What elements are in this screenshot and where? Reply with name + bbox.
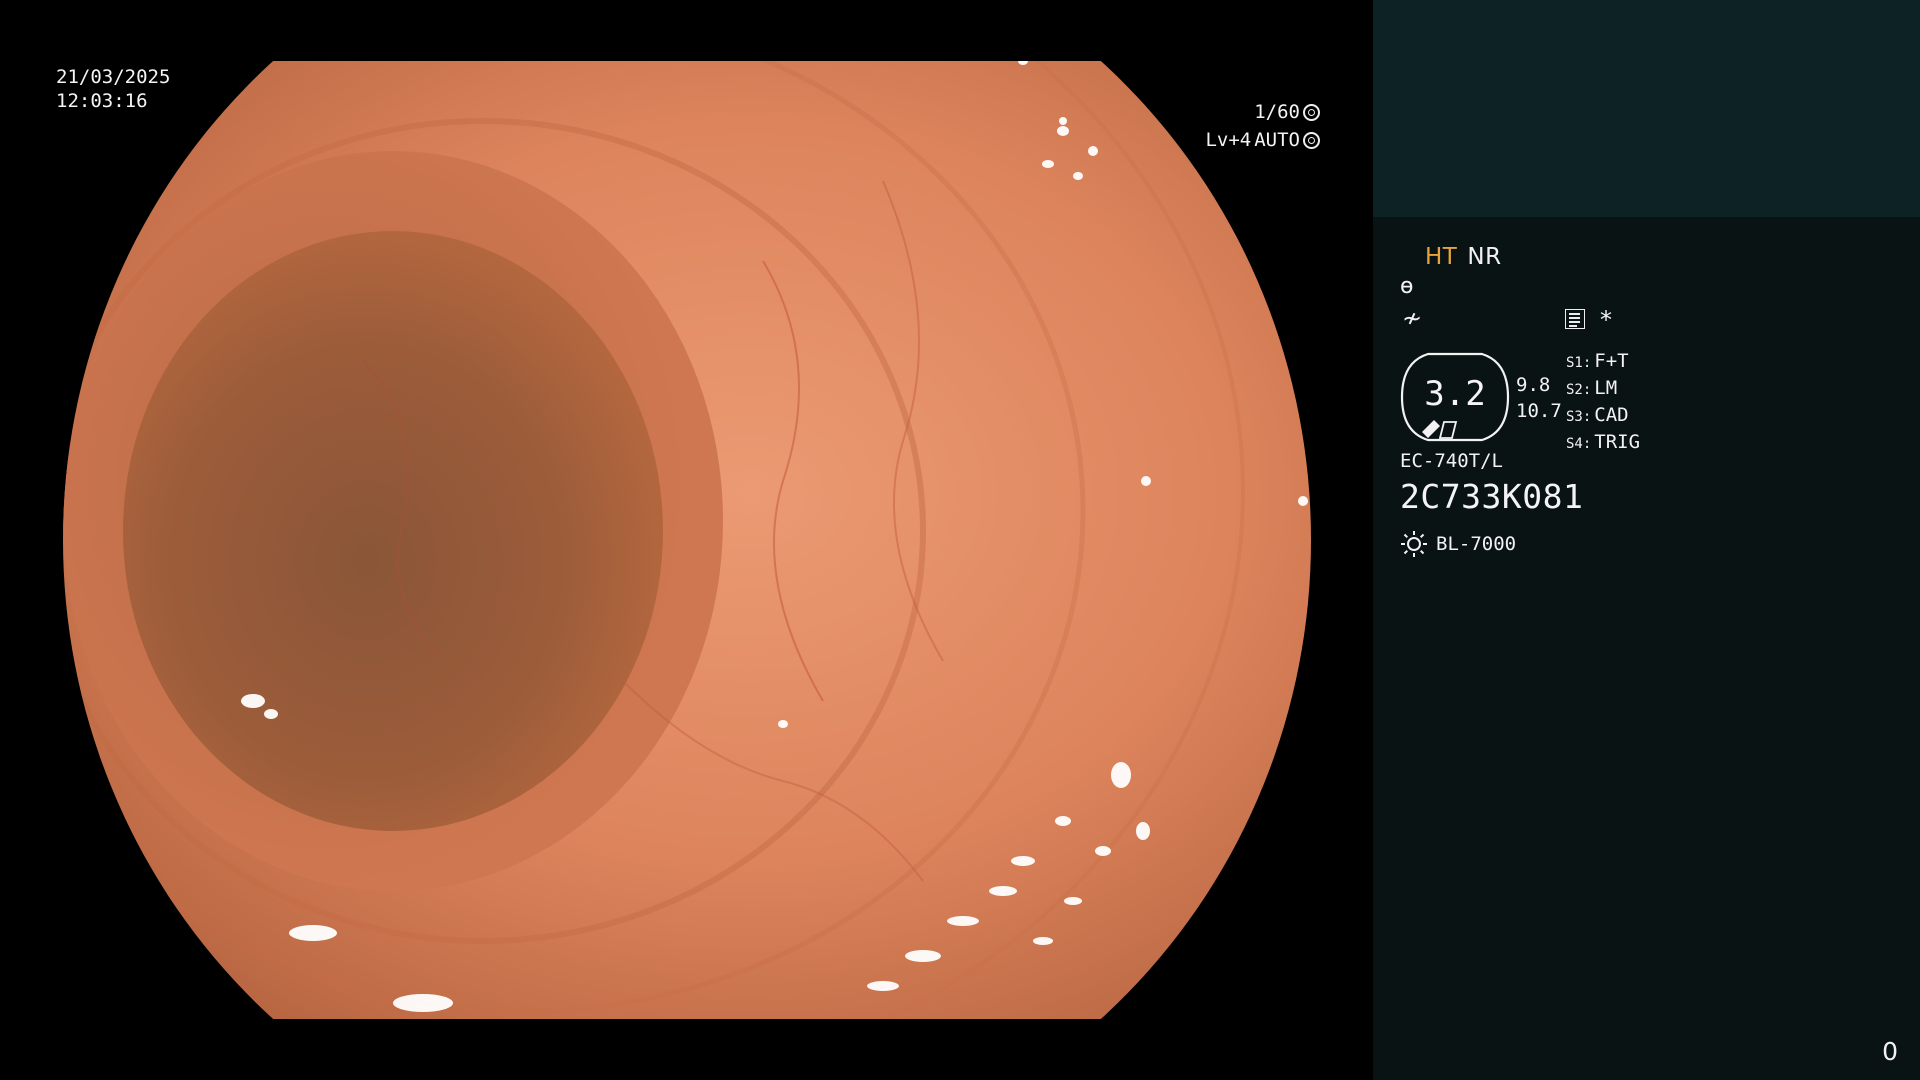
switch-key: S4:: [1566, 436, 1592, 452]
exposure-info: 1/60 Lv+4 AUTO: [1140, 98, 1320, 154]
brightness-level: Lv+4: [1205, 129, 1252, 151]
switch-label: TRIG: [1594, 431, 1641, 453]
switch-label: CAD: [1594, 404, 1629, 426]
shutter-speed: 1/60: [1254, 101, 1300, 123]
endoscopic-image: [63, 61, 1311, 1019]
colon-mucosa-image: [63, 61, 1311, 1019]
image-counter: 0: [1882, 1037, 1898, 1066]
switch-key: S3:: [1566, 409, 1592, 425]
iris-icon: [1303, 131, 1320, 149]
light-source-label: BL-7000: [1436, 533, 1517, 555]
structure-symbol-icon: ≁: [1402, 304, 1423, 332]
exposure-mode: AUTO: [1254, 129, 1300, 151]
endoscopy-screen: 21/03/2025 12:03:16 1/60 Lv+4 AUTO HT NR …: [0, 0, 1920, 1080]
switch-assignments: S1: F+T S2: LM S3: CAD S4: TRIG: [1566, 349, 1640, 457]
mode-nr: NR: [1467, 244, 1502, 270]
switch-row: S4: TRIG: [1566, 430, 1640, 457]
zoom-indicator: 3.2: [1400, 352, 1510, 442]
zoom-value: 3.2: [1424, 374, 1486, 414]
endoscope-view: 21/03/2025 12:03:16 1/60 Lv+4 AUTO: [0, 0, 1373, 1080]
enhancement-symbol-icon: ɵ: [1400, 274, 1414, 299]
switch-row: S2: LM: [1566, 376, 1640, 403]
exam-time: 12:03:16: [56, 90, 148, 112]
scope-serial: 2C733K081: [1400, 477, 1584, 516]
level-row: Lv+4 AUTO: [1140, 126, 1320, 154]
switch-key: S2:: [1566, 382, 1592, 398]
image-mode: HT NR: [1425, 244, 1502, 270]
light-source: BL-7000: [1400, 530, 1516, 558]
range-bottom: 10.7: [1516, 400, 1562, 422]
switch-row: S3: CAD: [1566, 403, 1640, 430]
scope-model: EC-740T/L: [1400, 450, 1503, 472]
switch-key: S1:: [1566, 355, 1592, 371]
switch-row: S1: F+T: [1566, 349, 1640, 376]
mode-ht: HT: [1425, 244, 1458, 270]
range-top: 9.8: [1516, 374, 1551, 396]
switch-label: LM: [1594, 377, 1618, 399]
aperture-icon: [1303, 103, 1320, 121]
shutter-row: 1/60: [1140, 98, 1320, 126]
zoom-range: 9.8 10.7: [1516, 372, 1562, 424]
sun-icon: [1401, 531, 1427, 557]
star-indicator: *: [1600, 306, 1612, 334]
settings-list-icon: [1565, 309, 1585, 329]
switch-label: F+T: [1594, 350, 1629, 372]
exam-date: 21/03/2025: [56, 66, 171, 88]
thumbnail-area: [1373, 0, 1920, 217]
